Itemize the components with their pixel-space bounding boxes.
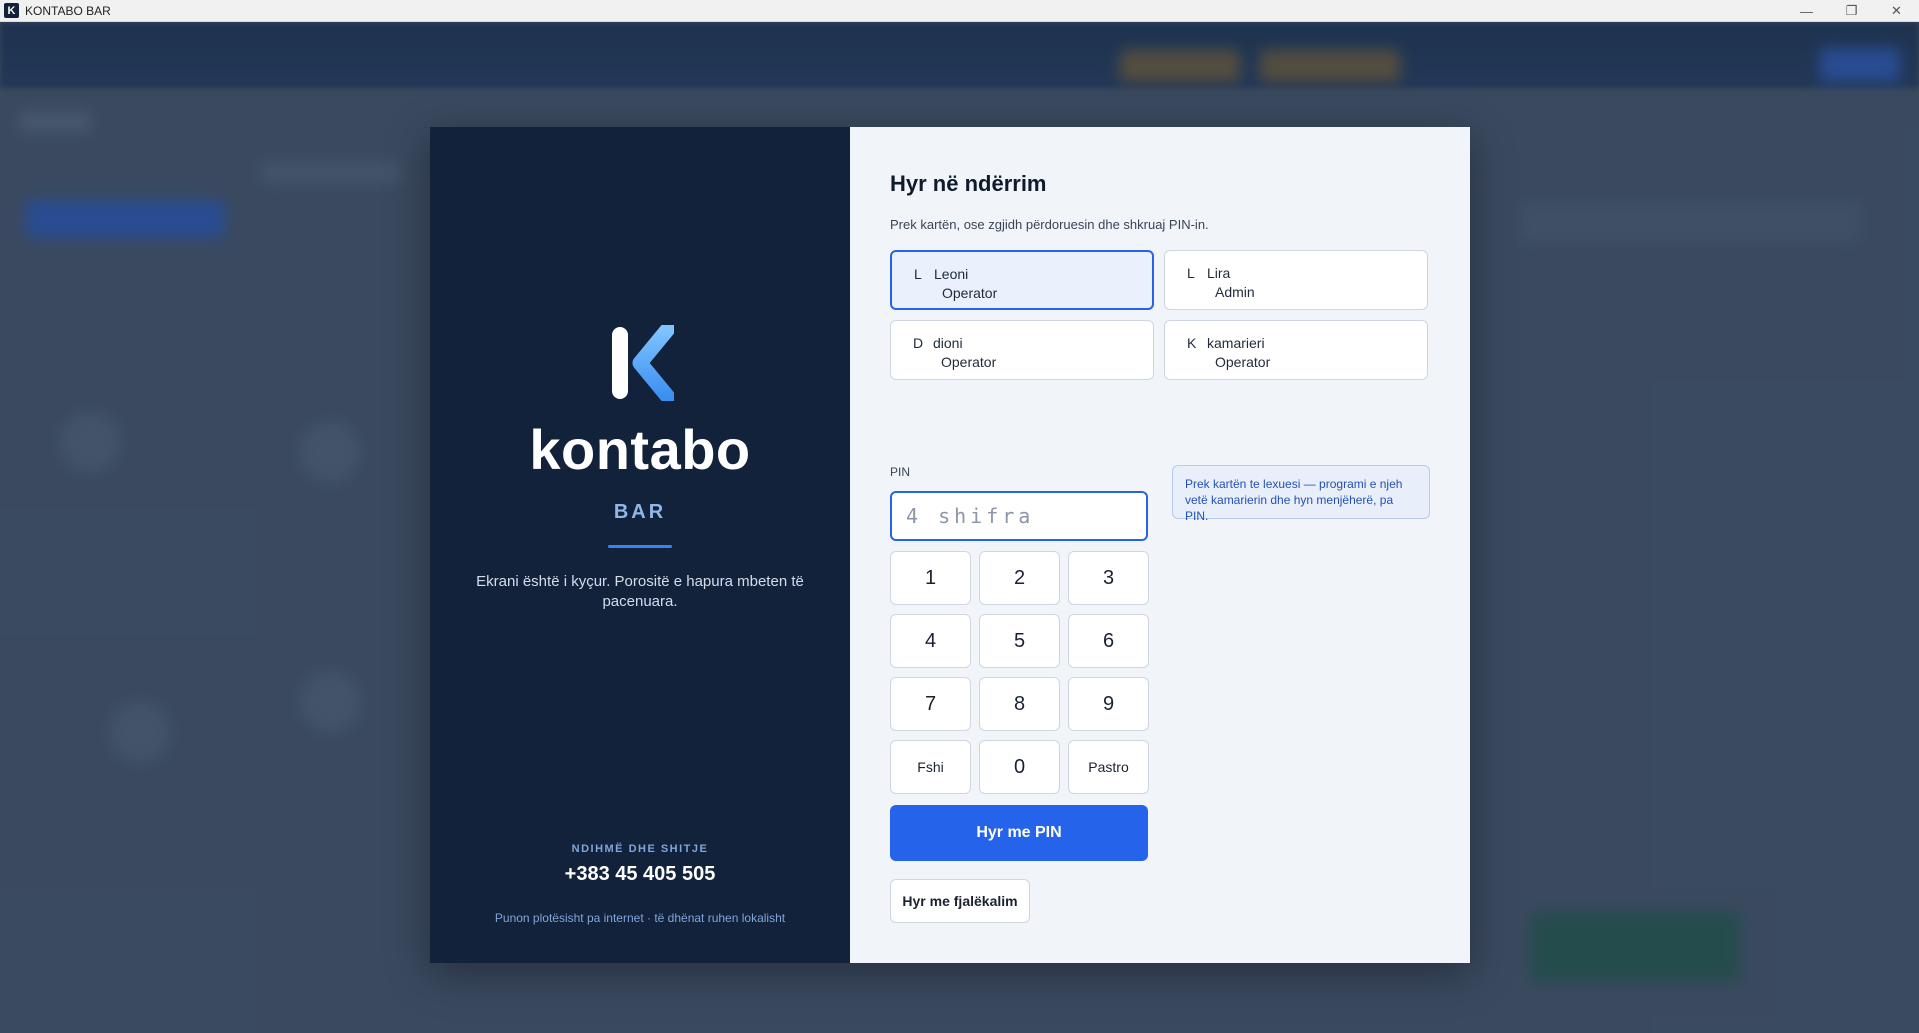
keypad-key-1[interactable]: 1	[890, 551, 971, 605]
keypad-key-0[interactable]: 0	[979, 740, 1060, 794]
user-role: Operator	[941, 354, 997, 370]
brand-divider	[608, 545, 672, 548]
login-subtitle: Prek kartën, ose zgjidh përdoruesin dhe …	[890, 217, 1209, 232]
card-reader-hint: Prek kartën te lexuesi — programi e njeh…	[1172, 465, 1430, 523]
user-card-kamarieri[interactable]: K kamarieri Operator	[1164, 320, 1428, 380]
window-controls: — ❐ ✕	[1784, 0, 1919, 22]
user-initial: D	[913, 335, 924, 351]
minimize-icon[interactable]: —	[1784, 0, 1829, 22]
user-card-lira[interactable]: L Lira Admin	[1164, 250, 1428, 310]
maximize-icon[interactable]: ❐	[1829, 0, 1874, 22]
pin-label: PIN	[890, 465, 911, 479]
keypad-key-6[interactable]: 6	[1068, 614, 1149, 668]
lock-message: Ekrani është i kyçur. Porositë e hapura …	[476, 573, 804, 610]
keypad-key-2[interactable]: 2	[979, 551, 1060, 605]
brand-name: kontabo	[529, 418, 751, 481]
login-title: Hyr në ndërrim	[890, 171, 1047, 196]
help-label: NDIHMË DHE SHITJE	[571, 843, 709, 855]
lock-screen-modal: kontabo BAR Ekrani është i kyçur. Porosi…	[430, 127, 1470, 963]
user-name: Lira	[1207, 265, 1231, 281]
pin-input[interactable]	[890, 491, 1148, 541]
keypad-clear-button[interactable]: Pastro	[1068, 740, 1149, 794]
app-logo-icon: K	[4, 3, 19, 18]
user-name: Leoni	[934, 266, 969, 282]
keypad-key-8[interactable]: 8	[979, 677, 1060, 731]
window-titlebar: K KONTABO BAR — ❐ ✕	[0, 0, 1919, 22]
help-phone: +383 45 405 505	[564, 863, 716, 885]
user-role: Operator	[942, 285, 998, 301]
user-card-dioni[interactable]: D dioni Operator	[890, 320, 1154, 380]
login-pin-button[interactable]: Hyr me PIN	[890, 805, 1148, 861]
user-name: dioni	[933, 335, 963, 351]
window-title: KONTABO BAR	[25, 3, 111, 18]
keypad-key-7[interactable]: 7	[890, 677, 971, 731]
kontabo-logo-icon	[612, 325, 674, 401]
user-initial: K	[1187, 335, 1197, 351]
keypad-key-9[interactable]: 9	[1068, 677, 1149, 731]
user-name: kamarieri	[1207, 335, 1265, 351]
user-card-leoni[interactable]: L Leoni Operator	[890, 250, 1154, 310]
user-role: Operator	[1215, 354, 1271, 370]
user-role: Admin	[1215, 284, 1255, 300]
user-initial: L	[914, 266, 922, 282]
brand-panel: kontabo BAR Ekrani është i kyçur. Porosi…	[430, 127, 850, 963]
keypad-key-4[interactable]: 4	[890, 614, 971, 668]
close-icon[interactable]: ✕	[1874, 0, 1919, 22]
login-password-button[interactable]: Hyr me fjalëkalim	[890, 879, 1030, 923]
keypad-key-5[interactable]: 5	[979, 614, 1060, 668]
brand-subtitle: BAR	[613, 501, 667, 523]
keypad-delete-button[interactable]: Fshi	[890, 740, 971, 794]
login-panel: Hyr në ndërrim Prek kartën, ose zgjidh p…	[850, 127, 1470, 963]
offline-note: Punon plotësisht pa internet · të dhënat…	[494, 911, 786, 925]
user-initial: L	[1187, 265, 1195, 281]
keypad-key-3[interactable]: 3	[1068, 551, 1149, 605]
